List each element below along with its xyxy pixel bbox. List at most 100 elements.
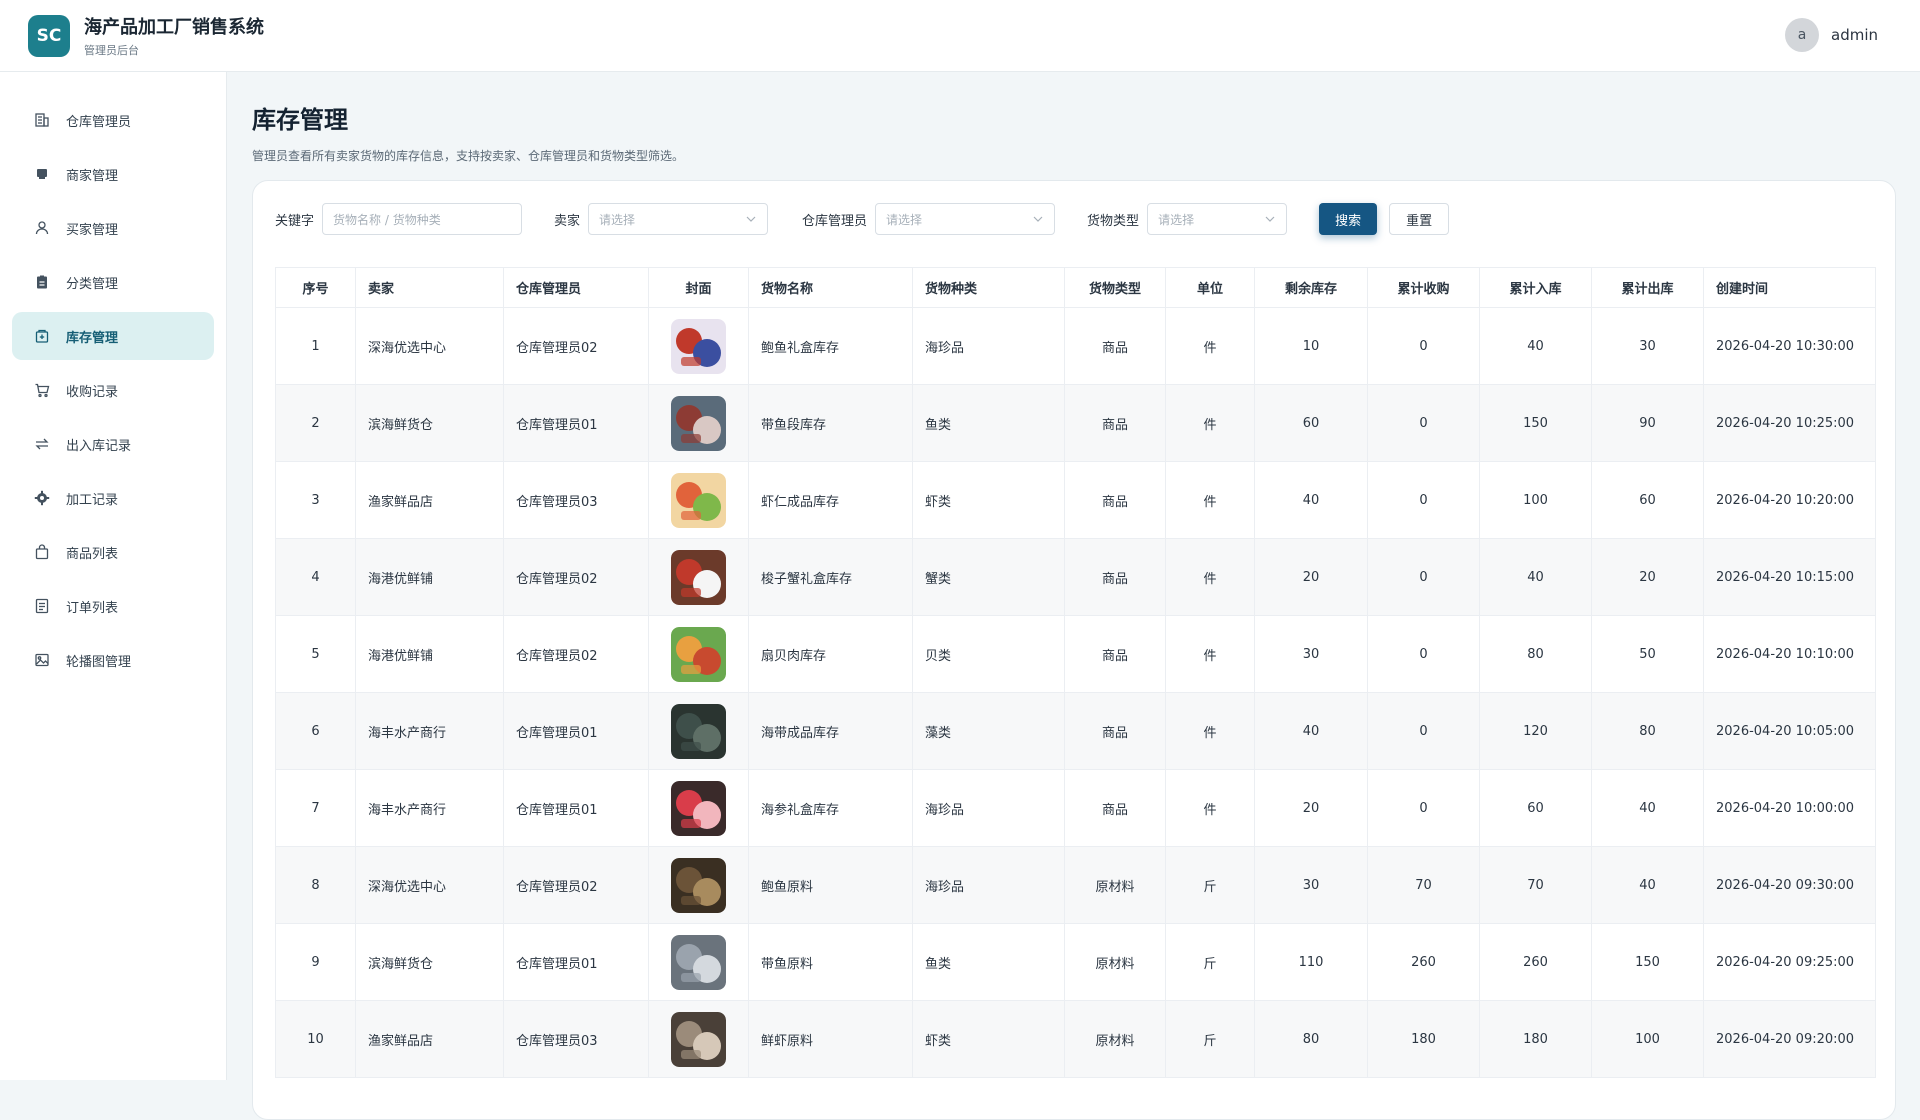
chevron-down-icon: [1033, 216, 1043, 222]
table-cell: 0: [1367, 769, 1480, 847]
avatar[interactable]: a: [1785, 18, 1819, 52]
table-cell: 150: [1479, 384, 1592, 462]
cover-thumbnail: [671, 1011, 726, 1067]
table-cell: 鱼类: [912, 384, 1065, 462]
sidebar-item-orders[interactable]: 订单列表: [12, 582, 214, 630]
table-cell: 1: [275, 307, 356, 385]
table-row: 10 渔家鲜品店 仓库管理员03 鲜虾原料 虾类 原材料斤 80 180 180 100 2026-…: [275, 1000, 1876, 1078]
table-cell: 2026-04-20 10:15:00: [1703, 538, 1876, 616]
table-cell: 0: [1367, 615, 1480, 693]
cover-thumbnail: [671, 626, 726, 682]
table-cell: 40: [1254, 692, 1368, 770]
table-cell: 斤: [1165, 846, 1255, 924]
sidebar-item-categories[interactable]: 分类管理: [12, 258, 214, 306]
table-cell: 带鱼原料: [748, 923, 913, 1001]
sidebar-item-label: 商家管理: [66, 168, 119, 184]
table-cell: 鲍鱼礼盒库存: [748, 307, 913, 385]
cover-cell: [648, 307, 749, 385]
seller-select[interactable]: 请选择: [588, 203, 769, 235]
sidebar-item-products[interactable]: 商品列表: [12, 528, 214, 576]
building-icon: [34, 112, 50, 128]
inventory-card: 关键字 货物名称 / 货物种类 卖家 请选择 仓库管理员 请选择 货物类型 请选…: [252, 180, 1896, 1120]
sidebar-item-label: 买家管理: [66, 222, 119, 238]
reset-button[interactable]: 重置: [1389, 203, 1450, 235]
table-cell: 80: [1591, 692, 1704, 770]
table-cell: 20: [1254, 769, 1368, 847]
table-cell: 件: [1165, 307, 1255, 385]
sidebar-item-processing[interactable]: 加工记录: [12, 474, 214, 522]
sidebar-item-buyers[interactable]: 买家管理: [12, 204, 214, 252]
table-cell: 仓库管理员01: [503, 384, 649, 462]
cover-cell: [648, 461, 749, 539]
sidebar-item-label: 加工记录: [66, 492, 119, 508]
table-cell: 梭子蟹礼盒库存: [748, 538, 913, 616]
keyword-input[interactable]: 货物名称 / 货物种类: [322, 203, 523, 235]
table-cell: 10: [1254, 307, 1368, 385]
top-bar: SC 海产品加工厂销售系统 管理员后台 a admin: [0, 0, 1920, 72]
table-cell: 贝类: [912, 615, 1065, 693]
sidebar-item-warehouse-managers[interactable]: 仓库管理员: [12, 96, 214, 144]
search-button[interactable]: 搜索: [1319, 203, 1378, 235]
manager-select[interactable]: 请选择: [875, 203, 1056, 235]
col-header: 剩余库存: [1254, 267, 1368, 308]
col-header: 单位: [1165, 267, 1255, 308]
table-cell: 180: [1367, 1000, 1480, 1078]
table-cell: 鲍鱼原料: [748, 846, 913, 924]
table-cell: 2026-04-20 09:30:00: [1703, 846, 1876, 924]
keyword-placeholder: 货物名称 / 货物种类: [333, 212, 441, 227]
table-cell: 海珍品: [912, 846, 1065, 924]
col-header: 货物类型: [1064, 267, 1166, 308]
col-header: 序号: [275, 267, 356, 308]
user-menu[interactable]: a admin: [1785, 18, 1878, 52]
inventory-table: 序号 卖家 仓库管理员 封面 货物名称 货物种类 货物类型 单位 剩余库存 累计…: [275, 267, 1876, 1078]
table-cell: 110: [1254, 923, 1368, 1001]
seller-placeholder: 请选择: [599, 212, 636, 227]
col-header: 累计出库: [1591, 267, 1704, 308]
table-header-row: 序号 卖家 仓库管理员 封面 货物名称 货物种类 货物类型 单位 剩余库存 累计…: [275, 267, 1876, 308]
sidebar-item-inventory[interactable]: 库存管理: [12, 312, 214, 360]
col-header: 货物种类: [912, 267, 1065, 308]
table-cell: 斤: [1165, 923, 1255, 1001]
image-icon: [34, 652, 50, 668]
table-row: 3 渔家鲜品店 仓库管理员03 虾仁成品库存 虾类 商品件 40 0 100 60 2026-04-…: [275, 461, 1876, 539]
col-header: 累计收购: [1367, 267, 1480, 308]
table-cell: 海丰水产商行: [355, 769, 504, 847]
table-cell: 2026-04-20 10:30:00: [1703, 307, 1876, 385]
table-cell: 2026-04-20 09:20:00: [1703, 1000, 1876, 1078]
sidebar-item-purchases[interactable]: 收购记录: [12, 366, 214, 414]
table-cell: 原材料: [1064, 1000, 1166, 1078]
sidebar-item-merchants[interactable]: 商家管理: [12, 150, 214, 198]
table-cell: 海珍品: [912, 769, 1065, 847]
table-cell: 件: [1165, 461, 1255, 539]
table-cell: 仓库管理员02: [503, 615, 649, 693]
table-cell: 2026-04-20 10:05:00: [1703, 692, 1876, 770]
table-cell: 20: [1591, 538, 1704, 616]
table-cell: 原材料: [1064, 846, 1166, 924]
type-select[interactable]: 请选择: [1147, 203, 1288, 235]
table-cell: 海带成品库存: [748, 692, 913, 770]
table-cell: 0: [1367, 461, 1480, 539]
cover-cell: [648, 615, 749, 693]
col-header: 卖家: [355, 267, 504, 308]
table-cell: 2: [275, 384, 356, 462]
sidebar-item-stock-records[interactable]: 出入库记录: [12, 420, 214, 468]
table-cell: 70: [1479, 846, 1592, 924]
table-cell: 100: [1479, 461, 1592, 539]
chevron-down-icon: [1265, 216, 1275, 222]
table-cell: 商品: [1064, 307, 1166, 385]
cover-thumbnail: [671, 780, 726, 836]
sidebar-item-banners[interactable]: 轮播图管理: [12, 636, 214, 684]
table-cell: 商品: [1064, 769, 1166, 847]
table-row: 6 海丰水产商行 仓库管理员01 海带成品库存 藻类 商品件 40 0 120 80 2026-04…: [275, 692, 1876, 770]
table-cell: 件: [1165, 769, 1255, 847]
table-cell: 仓库管理员02: [503, 307, 649, 385]
table-cell: 260: [1479, 923, 1592, 1001]
manager-label: 仓库管理员: [802, 213, 868, 229]
col-header: 创建时间: [1703, 267, 1876, 308]
main-content: 库存管理 管理员查看所有卖家货物的库存信息，支持按卖家、仓库管理员和货物类型筛选…: [252, 72, 1896, 1120]
username[interactable]: admin: [1831, 26, 1878, 44]
table-cell: 40: [1591, 846, 1704, 924]
table-cell: 海丰水产商行: [355, 692, 504, 770]
table-cell: 90: [1591, 384, 1704, 462]
type-placeholder: 请选择: [1158, 212, 1195, 227]
